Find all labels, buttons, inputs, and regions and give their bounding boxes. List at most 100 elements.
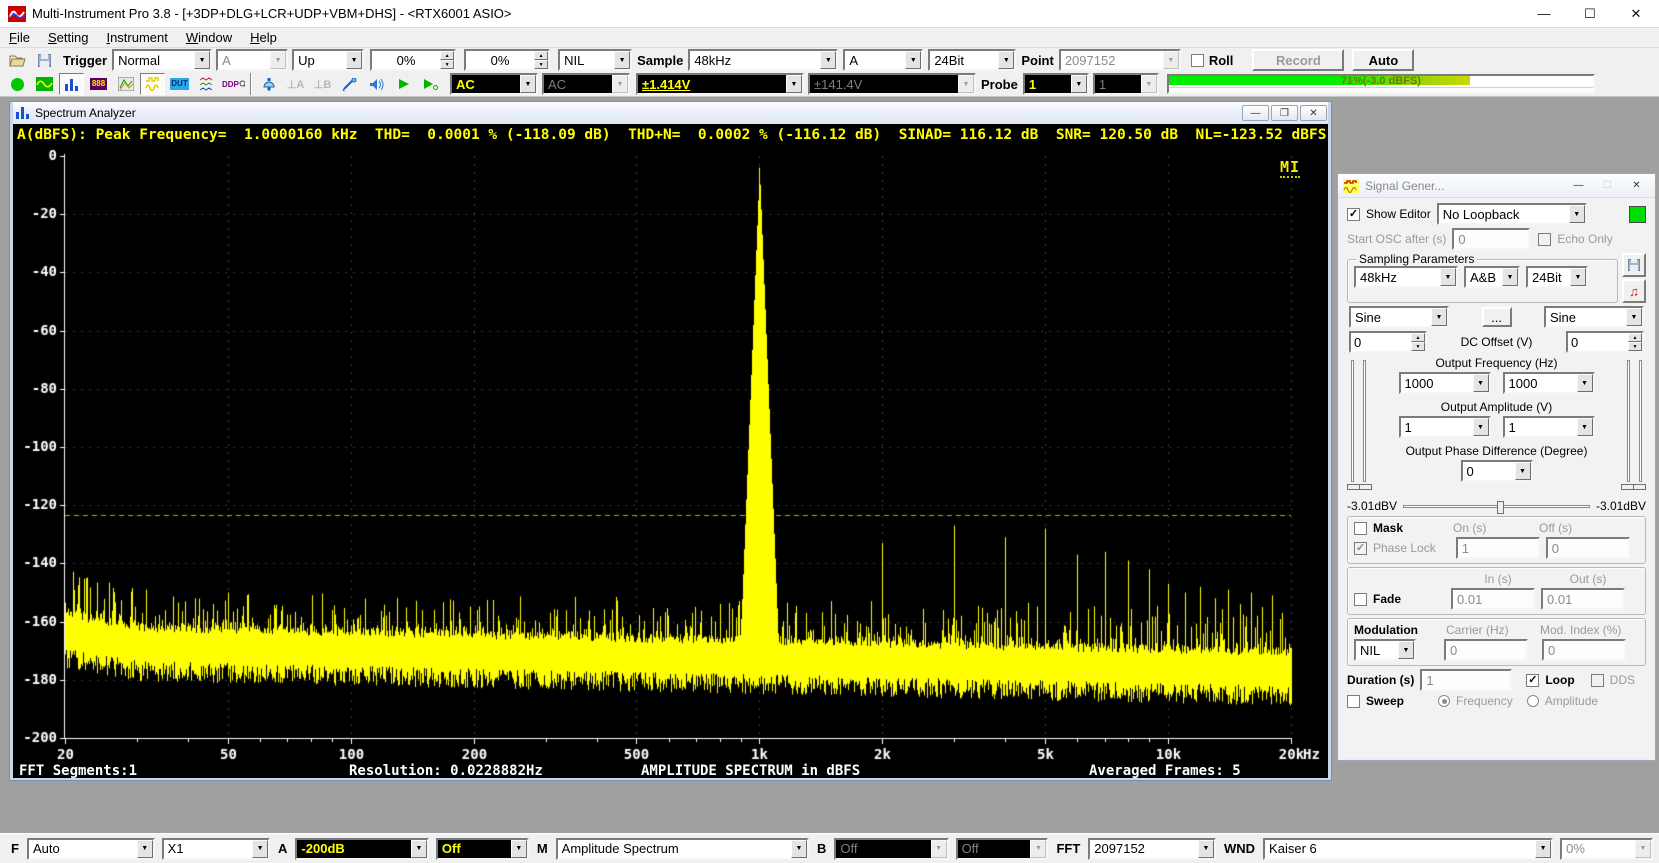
- dropdown-arrow-icon[interactable]: [520, 75, 536, 93]
- dropdown-arrow-icon[interactable]: [411, 840, 427, 858]
- dropdown-arrow-icon[interactable]: [1473, 374, 1489, 392]
- spectrum-window-titlebar[interactable]: Spectrum Analyzer — ❐ ✕: [13, 102, 1328, 124]
- trigger-edge-select[interactable]: Up: [292, 49, 364, 71]
- ddp-viewer-button[interactable]: DDP: [221, 73, 246, 95]
- dropdown-arrow-icon[interactable]: [137, 840, 153, 858]
- fade-in-input[interactable]: 0.01: [1451, 588, 1535, 610]
- spinner-arrows-icon[interactable]: ▲▼: [534, 51, 548, 69]
- probe-b-select[interactable]: 1: [1093, 73, 1159, 95]
- device-test-plan-button[interactable]: DUT: [167, 73, 192, 95]
- dropdown-arrow-icon[interactable]: [998, 51, 1014, 69]
- b-range-select[interactable]: Off: [834, 838, 948, 860]
- spectrum-minimize-button[interactable]: —: [1242, 105, 1269, 121]
- zoom-select[interactable]: X1: [162, 838, 270, 860]
- dropdown-arrow-icon[interactable]: [1030, 840, 1046, 858]
- menu-setting[interactable]: Setting: [39, 29, 97, 46]
- menu-instrument[interactable]: Instrument: [97, 29, 176, 46]
- roll-checkbox[interactable]: [1191, 54, 1204, 67]
- menu-window[interactable]: Window: [177, 29, 241, 46]
- sweep-amplitude-radio[interactable]: [1527, 695, 1539, 707]
- dropdown-arrow-icon[interactable]: [1635, 840, 1651, 858]
- range-a-select[interactable]: ±1.414V: [636, 73, 804, 95]
- amplitude-a-select[interactable]: 1: [1399, 416, 1491, 438]
- b-shift-select[interactable]: Off: [956, 838, 1049, 860]
- a-range-select[interactable]: -200dB: [295, 838, 429, 860]
- loop-checkbox[interactable]: [1526, 674, 1539, 687]
- menu-help[interactable]: Help: [241, 29, 286, 46]
- dropdown-arrow-icon[interactable]: [252, 840, 268, 858]
- sample-channel-select[interactable]: A: [843, 49, 923, 71]
- range-b-select[interactable]: ±141.4V: [808, 73, 976, 95]
- dropdown-arrow-icon[interactable]: [1473, 418, 1489, 436]
- a-shift-select[interactable]: Off: [436, 838, 529, 860]
- frequency-a-select[interactable]: 1000: [1399, 372, 1491, 394]
- dropdown-arrow-icon[interactable]: [1570, 268, 1586, 286]
- open-file-button[interactable]: [5, 49, 30, 71]
- dropdown-arrow-icon[interactable]: [1535, 840, 1551, 858]
- fade-checkbox[interactable]: [1354, 593, 1367, 606]
- show-editor-checkbox[interactable]: [1347, 208, 1360, 221]
- spectrum-analyzer-button[interactable]: [59, 73, 84, 95]
- slider-handle[interactable]: [1633, 484, 1646, 490]
- gen-channels-select[interactable]: A&B: [1464, 266, 1520, 288]
- fft-size-select[interactable]: 2097152: [1088, 838, 1216, 860]
- signal-generator-button[interactable]: [140, 73, 165, 95]
- spectrum-restore-button[interactable]: ❐: [1271, 105, 1298, 121]
- multimeter-button[interactable]: 888: [86, 73, 111, 95]
- slider-handle[interactable]: [1359, 484, 1372, 490]
- loopback-select[interactable]: No Loopback: [1437, 203, 1587, 225]
- spectrum-close-button[interactable]: ✕: [1300, 105, 1327, 121]
- amplitude-slider-b1[interactable]: [1627, 360, 1630, 482]
- dropdown-arrow-icon[interactable]: [1502, 268, 1518, 286]
- amplitude-slider-a1[interactable]: [1351, 360, 1354, 482]
- gen-bits-select[interactable]: 24Bit: [1526, 266, 1588, 288]
- fade-out-input[interactable]: 0.01: [1541, 588, 1625, 610]
- probe-calibration-button[interactable]: [337, 73, 362, 95]
- dropdown-arrow-icon[interactable]: [1398, 641, 1414, 659]
- oscilloscope-button[interactable]: [32, 73, 57, 95]
- amplitude-b-select[interactable]: 1: [1503, 416, 1595, 438]
- generator-maximize-button[interactable]: ☐: [1594, 178, 1621, 194]
- trigger-delay-stepper[interactable]: 0%▲▼: [464, 49, 550, 71]
- dropdown-arrow-icon[interactable]: [1198, 840, 1214, 858]
- waveform-more-button[interactable]: ...: [1482, 307, 1512, 327]
- sweep-checkbox[interactable]: [1347, 695, 1360, 708]
- dropdown-arrow-icon[interactable]: [346, 51, 362, 69]
- spinner-arrows-icon[interactable]: ▲▼: [1628, 333, 1642, 351]
- dropdown-arrow-icon[interactable]: [905, 51, 921, 69]
- dropdown-arrow-icon[interactable]: [1071, 75, 1087, 93]
- dropdown-arrow-icon[interactable]: [1626, 308, 1642, 326]
- dropdown-arrow-icon[interactable]: [511, 840, 527, 858]
- mod-index-input[interactable]: 0: [1542, 639, 1626, 661]
- dropdown-arrow-icon[interactable]: [1577, 418, 1593, 436]
- mask-off-input[interactable]: 0: [1546, 537, 1630, 559]
- sample-rate-select[interactable]: 48kHz: [688, 49, 838, 71]
- auto-button[interactable]: Auto: [1352, 49, 1414, 71]
- dc-offset-a-stepper[interactable]: 0▲▼: [1349, 331, 1427, 353]
- display-mode-select[interactable]: Amplitude Spectrum: [556, 838, 809, 860]
- generator-library-button[interactable]: ♫: [1622, 279, 1646, 303]
- frequency-b-select[interactable]: 1000: [1503, 372, 1595, 394]
- dropdown-arrow-icon[interactable]: [194, 51, 210, 69]
- phase-lock-checkbox[interactable]: [1354, 542, 1367, 555]
- freq-axis-range-select[interactable]: Auto: [27, 838, 155, 860]
- dropdown-arrow-icon[interactable]: [791, 840, 807, 858]
- dropdown-arrow-icon[interactable]: [1440, 268, 1456, 286]
- alarm-button[interactable]: [256, 73, 281, 95]
- dropdown-arrow-icon[interactable]: [1569, 205, 1585, 223]
- generator-close-button[interactable]: ✕: [1623, 178, 1650, 194]
- window-function-select[interactable]: Kaiser 6: [1263, 838, 1553, 860]
- sweep-frequency-radio[interactable]: [1438, 695, 1450, 707]
- dropdown-arrow-icon[interactable]: [958, 75, 974, 93]
- sound-device-button[interactable]: [364, 73, 389, 95]
- start-osc-input[interactable]: 0: [1452, 228, 1530, 250]
- dropdown-arrow-icon[interactable]: [786, 75, 802, 93]
- generator-minimize-button[interactable]: —: [1565, 178, 1592, 194]
- generator-titlebar[interactable]: Signal Gener... — ☐ ✕: [1338, 174, 1655, 198]
- dropdown-arrow-icon[interactable]: [1141, 75, 1157, 93]
- amplitude-slider-b2[interactable]: [1639, 360, 1642, 482]
- marker-a-button[interactable]: ⊥A: [283, 73, 308, 95]
- coupling-a-select[interactable]: AC: [450, 73, 538, 95]
- waveform-a-select[interactable]: Sine: [1349, 306, 1449, 328]
- dropdown-arrow-icon[interactable]: [612, 75, 628, 93]
